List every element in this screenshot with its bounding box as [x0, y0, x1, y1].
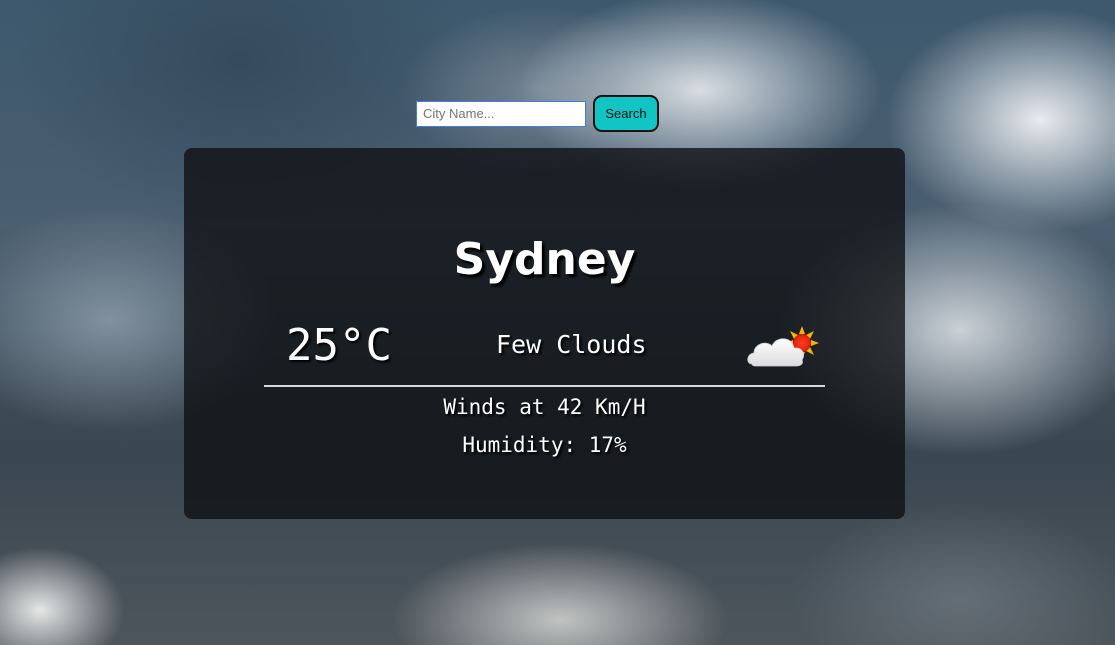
few-clouds-day-icon	[744, 324, 824, 372]
city-name: Sydney	[453, 234, 636, 285]
weather-description: Few Clouds	[496, 330, 647, 359]
city-search-input[interactable]	[416, 100, 586, 127]
search-button[interactable]: Search	[593, 95, 659, 132]
weather-card: Sydney 25°C Few Clouds Winds at 42 Km/H …	[184, 148, 905, 519]
temperature: 25°C	[286, 320, 392, 371]
wind-speed: Winds at 42 Km/H	[443, 395, 646, 419]
search-bar: Search	[416, 95, 659, 132]
divider	[264, 385, 825, 387]
humidity: Humidity: 17%	[462, 433, 627, 457]
